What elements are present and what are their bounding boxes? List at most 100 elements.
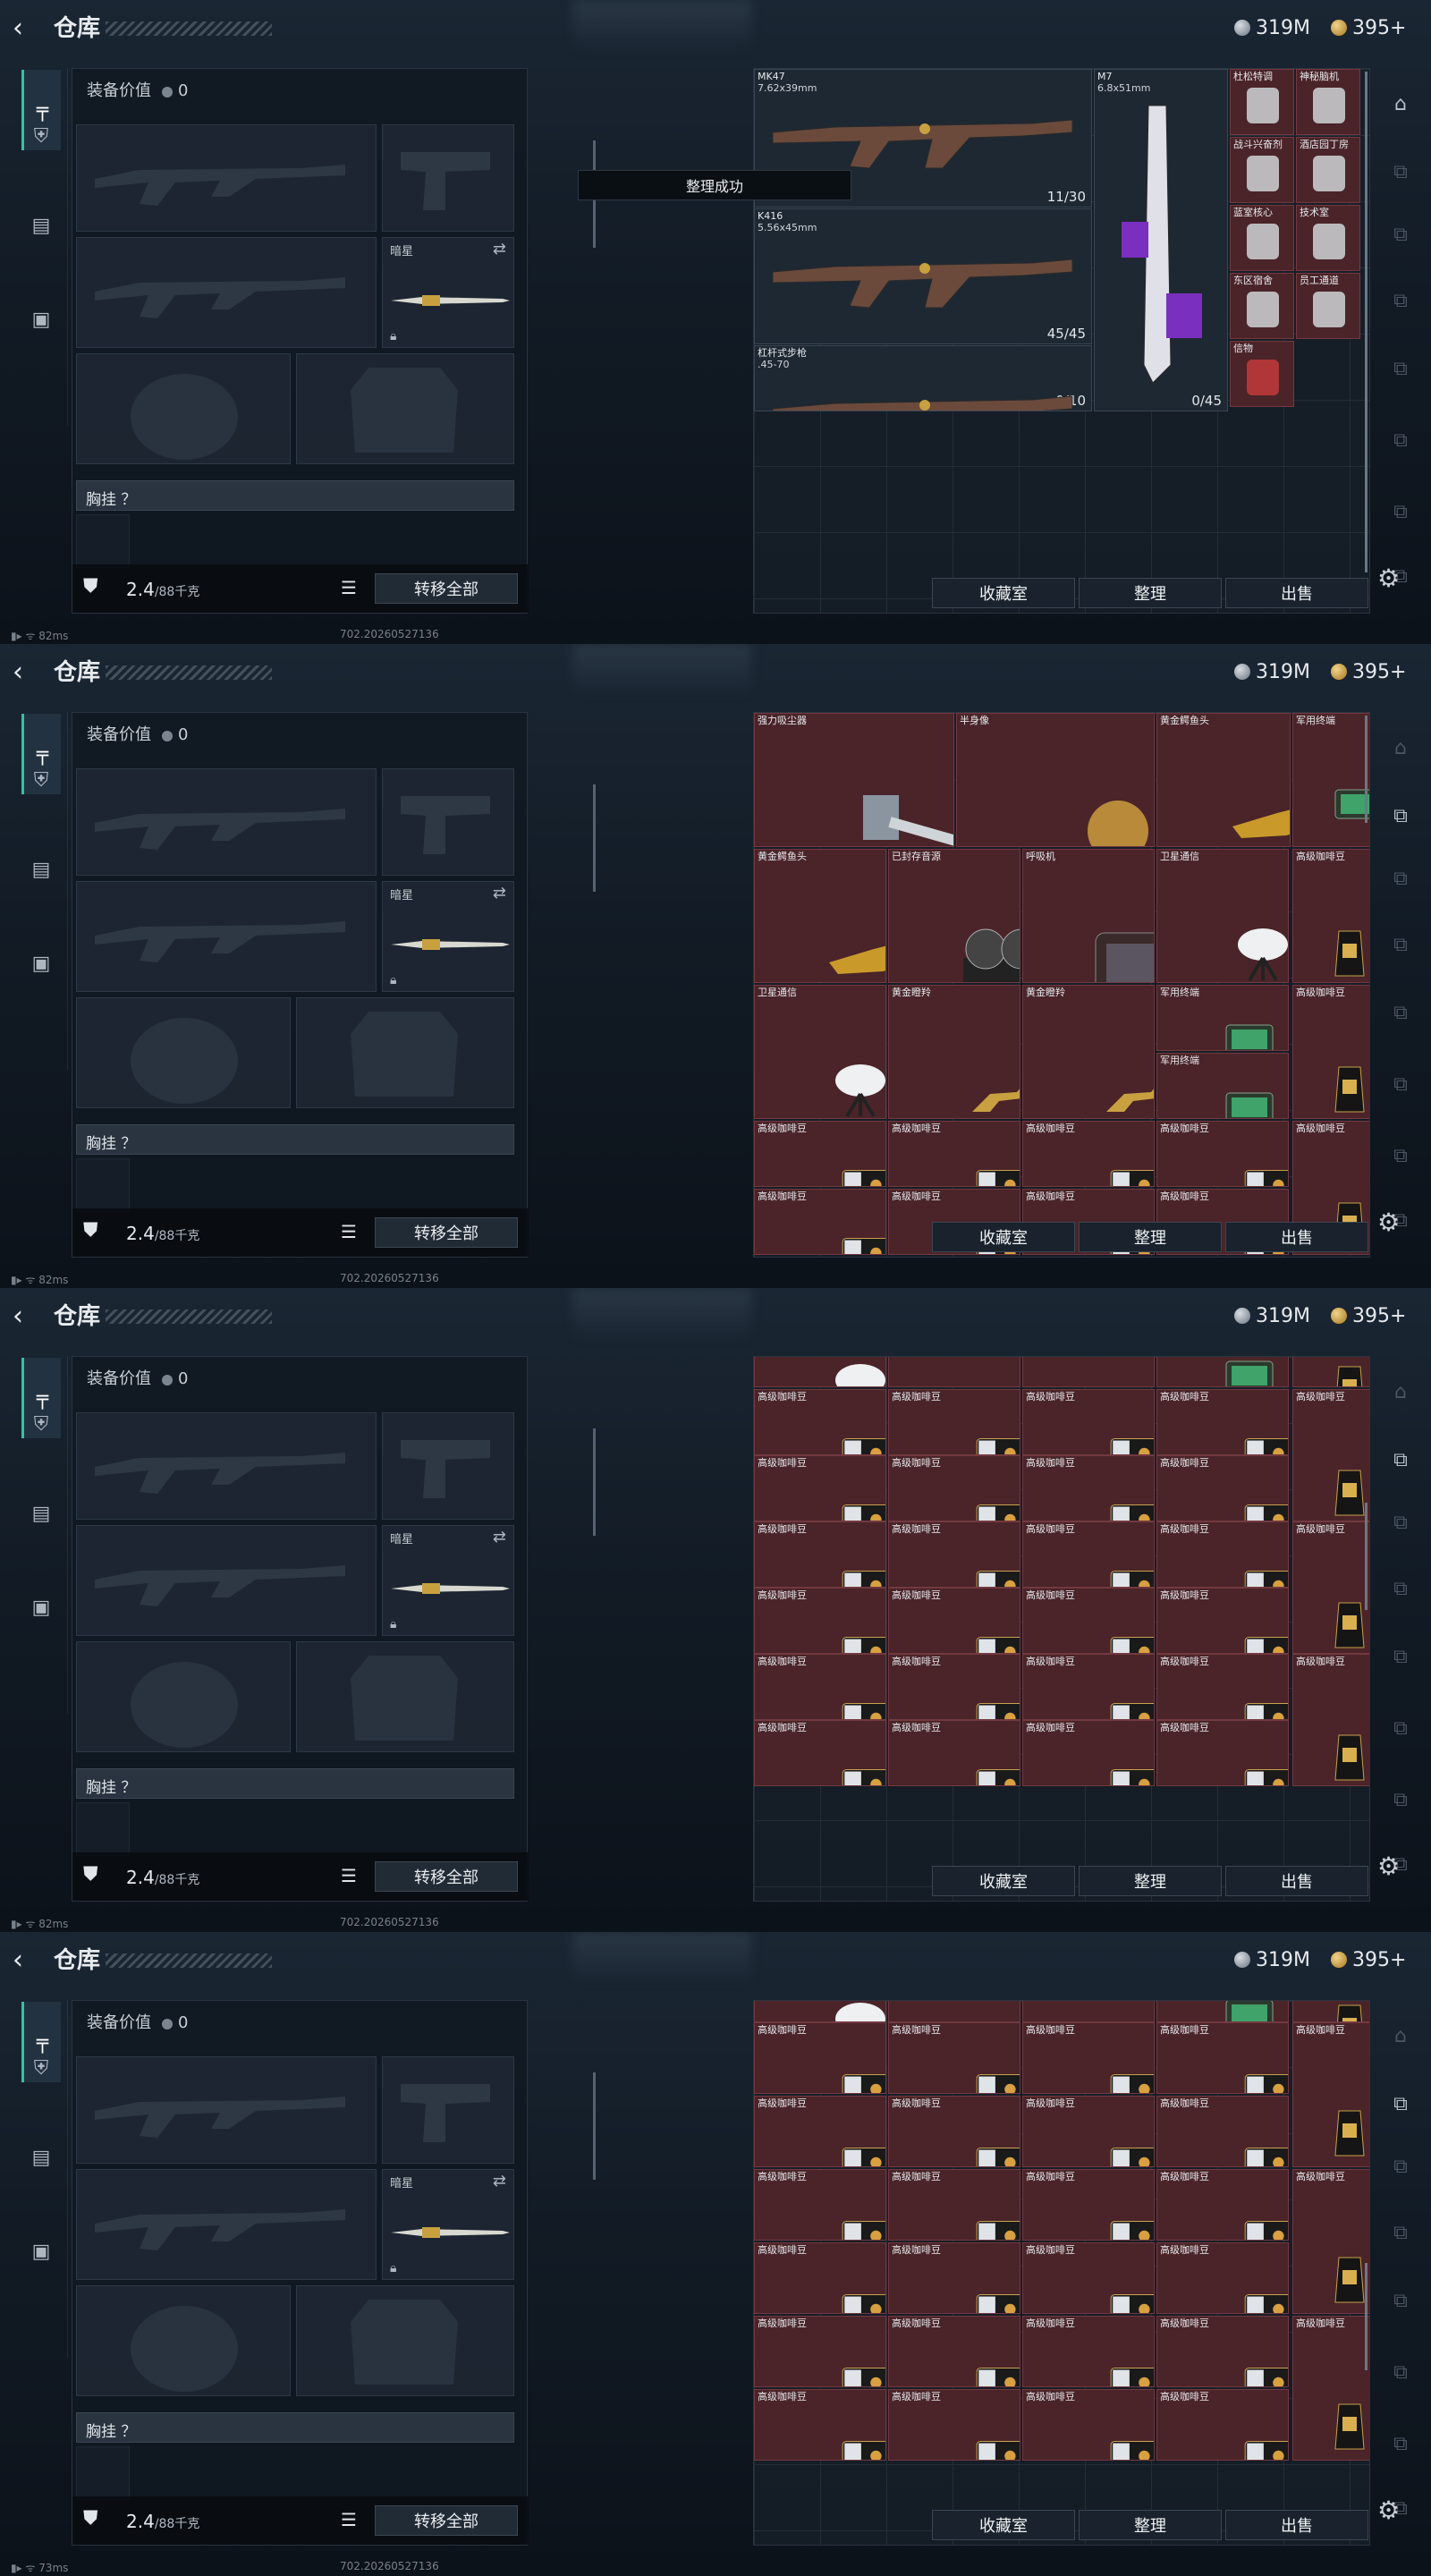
transfer-all-button[interactable]: 转移全部	[375, 1861, 518, 1892]
helmet-slot[interactable]	[76, 353, 291, 464]
melee-slot[interactable]: 暗星 ⇄ 🔒︎	[382, 2169, 514, 2280]
tab-2[interactable]: ⧉	[1384, 800, 1417, 832]
nav-armor[interactable]: ⛨	[21, 116, 61, 156]
loot-item[interactable]	[888, 2001, 1020, 2022]
small-item[interactable]: 信物	[1230, 341, 1294, 407]
loot-item[interactable]	[754, 2001, 886, 2022]
loot-item[interactable]: 高级咖啡豆	[1156, 1455, 1289, 1521]
loot-item[interactable]: 高级咖啡豆	[1292, 1654, 1369, 1786]
tab-7[interactable]: ⧉	[1384, 1140, 1417, 1172]
melee-slot[interactable]: 暗星 ⇄ 🔒︎	[382, 881, 514, 992]
tab-5[interactable]: ⧉	[1384, 996, 1417, 1029]
secondary-weapon-slot[interactable]	[76, 2169, 377, 2280]
scrollbar[interactable]	[593, 1428, 596, 1536]
tab-6[interactable]: ⧉	[1384, 1068, 1417, 1100]
loot-item[interactable]: 高级咖啡豆	[754, 1720, 886, 1786]
gear-icon[interactable]: ⚙	[1377, 564, 1400, 593]
nav-case[interactable]: ▣	[21, 300, 61, 339]
pistol-slot[interactable]	[382, 124, 514, 232]
stash-scrollbar[interactable]	[1365, 2263, 1367, 2370]
loot-item[interactable]: 高级咖啡豆	[1022, 1654, 1155, 1720]
helmet-slot[interactable]	[76, 2285, 291, 2396]
stash-grid[interactable]: 强力吸尘器 半身像 黄金鳄鱼头 军用终端 黄金鳄鱼头 已封存音源 呼吸机 卫星通信 高级咖啡豆卫…	[753, 712, 1370, 1258]
loot-item[interactable]: 高级咖啡豆	[1292, 1521, 1369, 1654]
loot-item[interactable]: 高级咖啡豆	[888, 2169, 1020, 2241]
primary-weapon-slot[interactable]	[76, 1412, 377, 1520]
chest-rig-slot[interactable]	[76, 514, 130, 568]
melee-slot[interactable]: 暗星 ⇄ 🔒︎	[382, 237, 514, 348]
loot-item[interactable]: 高级咖啡豆	[888, 2389, 1020, 2461]
loot-item[interactable]	[1022, 1357, 1155, 1387]
loot-item[interactable]: 高级咖啡豆	[888, 1521, 1020, 1588]
warehouse-tab[interactable]: ⌂	[1384, 88, 1417, 120]
warehouse-tab[interactable]: ⌂	[1384, 2020, 1417, 2052]
loot-item[interactable]: 军用终端	[1156, 1357, 1289, 1387]
sell-button[interactable]: 出售	[1225, 578, 1368, 608]
loot-item[interactable]: 半身像	[956, 713, 1155, 847]
weapon-item[interactable]: M7 6.8x51mm 0/45	[1094, 69, 1228, 411]
sell-button[interactable]: 出售	[1225, 1222, 1368, 1252]
loot-item[interactable]: 高级咖啡豆	[888, 2242, 1020, 2314]
pistol-slot[interactable]	[382, 768, 514, 876]
tab-6[interactable]: ⧉	[1384, 1712, 1417, 1744]
loot-item[interactable]: 高级咖啡豆	[1022, 2022, 1155, 2094]
loot-item[interactable]: 黄金鳄鱼头	[754, 849, 886, 983]
loot-item[interactable]: 高级咖啡豆	[1156, 2169, 1289, 2241]
tab-7[interactable]: ⧉	[1384, 2428, 1417, 2460]
warehouse-tab[interactable]: ⌂	[1384, 732, 1417, 764]
loot-item[interactable]: 高级咖啡豆	[1022, 1455, 1155, 1521]
nav-case[interactable]: ▣	[21, 2232, 61, 2271]
small-item[interactable]: 战斗兴奋剂	[1230, 137, 1294, 203]
loot-item[interactable]: 高级咖啡豆	[888, 1121, 1020, 1187]
loot-item[interactable]: 高级咖啡豆	[1156, 2389, 1289, 2461]
chest-rig-header[interactable]: 胸挂 ？	[76, 1768, 514, 1799]
loot-item[interactable]	[754, 1357, 886, 1387]
loot-item[interactable]: 高级咖啡豆	[1292, 2022, 1369, 2167]
scrollbar[interactable]	[593, 2072, 596, 2180]
tab-3[interactable]: ⧉	[1384, 218, 1417, 250]
loot-item[interactable]: 高级咖啡豆	[1292, 985, 1369, 1119]
helmet-slot[interactable]	[76, 1641, 291, 1752]
back-icon[interactable]: ‹	[13, 13, 23, 45]
loot-item[interactable]: 军用终端	[1156, 1053, 1289, 1119]
back-icon[interactable]: ‹	[13, 1945, 23, 1977]
swap-icon[interactable]: ⇄	[493, 2172, 506, 2190]
organize-button[interactable]: 整理	[1079, 2510, 1222, 2540]
loot-item[interactable]: 高级咖啡豆	[1292, 849, 1369, 983]
loot-item[interactable]: 高级咖啡豆	[754, 2096, 886, 2167]
organize-button[interactable]: 整理	[1079, 578, 1222, 608]
nav-cards[interactable]: ▤	[21, 1494, 61, 1533]
primary-weapon-slot[interactable]	[76, 2056, 377, 2164]
list-icon[interactable]: ☰	[341, 1865, 357, 1886]
small-item[interactable]: 杜松特调	[1230, 69, 1294, 135]
tab-6[interactable]: ⧉	[1384, 2356, 1417, 2388]
loot-item[interactable]: 军用终端	[1292, 713, 1369, 847]
loot-item[interactable]: 黄金鳄鱼头	[1156, 713, 1291, 847]
weapon-item[interactable]: 杠杆式步枪.45-700/10	[754, 345, 1092, 411]
loot-item[interactable]: 高级咖啡豆	[754, 2022, 886, 2094]
loot-item[interactable]: 高级咖啡豆	[1022, 2316, 1155, 2387]
loot-item[interactable]: 高级咖啡豆	[1022, 1588, 1155, 1654]
back-icon[interactable]: ‹	[13, 1301, 23, 1333]
loot-item[interactable]: 高级咖啡豆	[1022, 2242, 1155, 2314]
small-item[interactable]: 酒店园丁房	[1296, 137, 1360, 203]
gear-icon[interactable]: ⚙	[1377, 2496, 1400, 2525]
collection-button[interactable]: 收藏室	[932, 578, 1075, 608]
loot-item[interactable]: 高级咖啡豆	[1022, 1521, 1155, 1588]
premium-currency[interactable]: 395+	[1331, 1302, 1406, 1331]
loot-item[interactable]: 高级咖啡豆	[888, 1389, 1020, 1455]
melee-slot[interactable]: 暗星 ⇄ 🔒︎	[382, 1525, 514, 1636]
tab-4[interactable]: ⧉	[1384, 1572, 1417, 1605]
swap-icon[interactable]: ⇄	[493, 884, 506, 902]
sell-button[interactable]: 出售	[1225, 1866, 1368, 1896]
swap-icon[interactable]: ⇄	[493, 240, 506, 258]
tab-4[interactable]: ⧉	[1384, 928, 1417, 961]
loot-item[interactable]: 高级咖啡豆	[1022, 1389, 1155, 1455]
loot-item[interactable]: 高级咖啡豆	[754, 2316, 886, 2387]
tab-4[interactable]: ⧉	[1384, 2216, 1417, 2249]
loot-item[interactable]: 高级咖啡豆	[1022, 2169, 1155, 2241]
loot-item[interactable]: 高级咖啡豆	[1156, 2242, 1289, 2314]
primary-weapon-slot[interactable]	[76, 124, 377, 232]
loot-item[interactable]: 黄金瞪羚	[888, 985, 1020, 1119]
chest-rig-header[interactable]: 胸挂 ？	[76, 1124, 514, 1155]
